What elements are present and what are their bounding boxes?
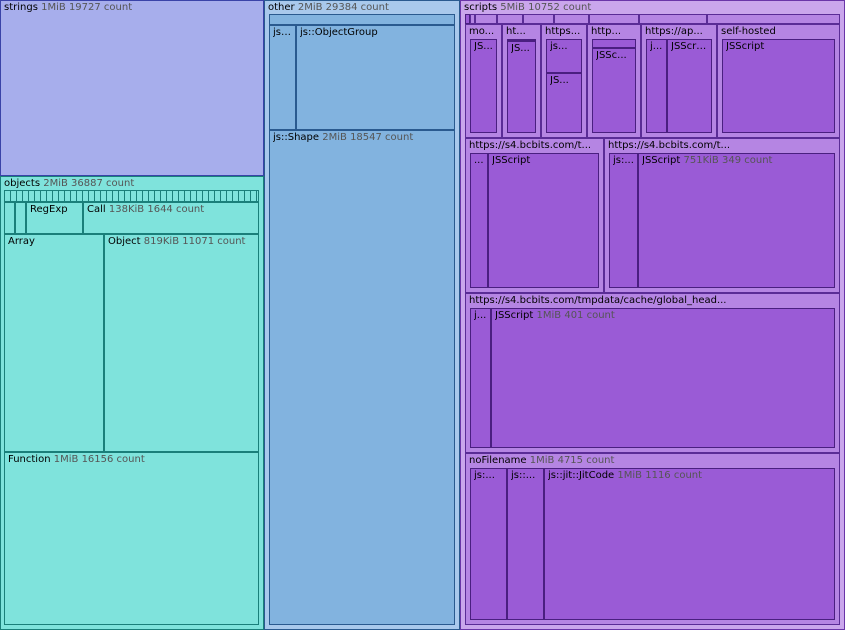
http-js-label: JSSc...	[596, 50, 627, 61]
global-small-label: j...	[474, 310, 487, 321]
other-label: other 2MiB 29384 count	[268, 2, 389, 13]
global-small[interactable]: j...	[470, 308, 491, 448]
global-jsscript[interactable]: JSScript 1MiB 401 count	[491, 308, 835, 448]
regexp-label: RegExp	[30, 204, 68, 215]
nofile-jitcode[interactable]: js::jit::JitCode 1MiB 1116 count	[544, 468, 835, 620]
mo-js-label: JS...	[474, 41, 493, 52]
s4-b-jsscript-label: JSScript 751KiB 349 count	[642, 155, 773, 166]
global-jsscript-label: JSScript 1MiB 401 count	[495, 310, 615, 321]
s4-a-small[interactable]: ...	[470, 153, 488, 288]
s4-a-small-label: ...	[474, 155, 484, 166]
objects-tiny-1[interactable]	[4, 202, 15, 234]
ap-j-label: j...	[650, 41, 663, 52]
self-hosted-jsscript[interactable]: JSScript	[722, 39, 835, 133]
global-head-label: https://s4.bcbits.com/tmpdata/cache/glob…	[469, 295, 727, 306]
s4-a-jsscript[interactable]: JSScript	[488, 153, 599, 288]
mo-jsscript[interactable]: JS...	[470, 39, 497, 133]
scripts-label: scripts 5MiB 10752 count	[464, 2, 592, 13]
nofilename-label: noFilename 1MiB 4715 count	[469, 455, 615, 466]
ap-label: https://ap...	[645, 26, 703, 37]
mo-label: mo...	[469, 26, 495, 37]
s4-b-label: https://s4.bcbits.com/t...	[608, 140, 731, 151]
scripts-tiny-h[interactable]	[639, 14, 707, 24]
objects-regexp[interactable]: RegExp	[26, 202, 83, 234]
other-shape[interactable]: js::Shape 2MiB 18547 count	[269, 130, 455, 625]
nofile-js-2-label: js::...	[511, 470, 536, 481]
scripts-tiny-d[interactable]	[497, 14, 523, 24]
nofile-js-1-label: js:...	[474, 470, 495, 481]
s4-b-small-label: js:...	[613, 155, 634, 166]
http-jsscript[interactable]: JSSc...	[592, 48, 636, 133]
other-object-group[interactable]: js::ObjectGroup	[296, 25, 455, 130]
ap-j[interactable]: j...	[646, 39, 667, 133]
objects-label: objects 2MiB 36887 count	[4, 178, 135, 189]
shape-label: js::Shape 2MiB 18547 count	[273, 132, 414, 143]
self-hosted-js-label: JSScript	[726, 41, 765, 52]
objects-array[interactable]: Array	[4, 234, 104, 452]
function-label: Function 1MiB 16156 count	[8, 454, 145, 465]
strings-label: strings 1MiB 19727 count	[4, 2, 133, 13]
https-label: https...	[545, 26, 581, 37]
nofile-js-2[interactable]: js::...	[507, 468, 544, 620]
https-js-1[interactable]: js...	[546, 39, 582, 73]
other-tiny-strip[interactable]	[269, 14, 455, 25]
s4-a-jsscript-label: JSScript	[492, 155, 531, 166]
scripts-tiny-f[interactable]	[554, 14, 589, 24]
objects-tiny-strip[interactable]	[4, 190, 259, 202]
s4-b-jsscript[interactable]: JSScript 751KiB 349 count	[638, 153, 835, 288]
array-label: Array	[8, 236, 35, 247]
https-js-1-label: js...	[550, 41, 568, 52]
objects-tiny-2[interactable]	[15, 202, 26, 234]
scripts-tiny-g[interactable]	[589, 14, 639, 24]
other-js-small-label: js:...	[273, 27, 293, 38]
self-hosted-label: self-hosted	[721, 26, 776, 37]
https-js-2-label: JS...	[550, 75, 569, 86]
s4-b-small[interactable]: js:...	[609, 153, 638, 288]
objects-function[interactable]: Function 1MiB 16156 count	[4, 452, 259, 625]
call-label: Call 138KiB 1644 count	[87, 204, 205, 215]
http-label: http...	[591, 26, 622, 37]
scripts-tiny-c[interactable]	[475, 14, 497, 24]
strings-block[interactable]: strings 1MiB 19727 count	[0, 0, 264, 176]
https-js-2[interactable]: JS...	[546, 73, 582, 133]
ht-label: ht...	[506, 26, 526, 37]
objects-object[interactable]: Object 819KiB 11071 count	[104, 234, 259, 452]
ap-jsscript[interactable]: JSScript	[667, 39, 712, 133]
jitcode-label: js::jit::JitCode 1MiB 1116 count	[548, 470, 703, 481]
ht-jsscript[interactable]: JS...	[507, 39, 536, 133]
object-label: Object 819KiB 11071 count	[108, 236, 246, 247]
objects-call[interactable]: Call 138KiB 1644 count	[83, 202, 259, 234]
s4-a-label: https://s4.bcbits.com/t...	[469, 140, 592, 151]
nofile-js-1[interactable]: js:...	[470, 468, 507, 620]
scripts-tiny-e[interactable]	[523, 14, 554, 24]
ht-js-label: JS...	[511, 43, 530, 54]
http-tiny[interactable]	[592, 39, 636, 48]
other-js-small[interactable]: js:...	[269, 25, 296, 130]
scripts-tiny-i[interactable]	[707, 14, 840, 24]
object-group-label: js::ObjectGroup	[300, 27, 378, 38]
ap-jsscript-label: JSScript	[671, 41, 709, 52]
